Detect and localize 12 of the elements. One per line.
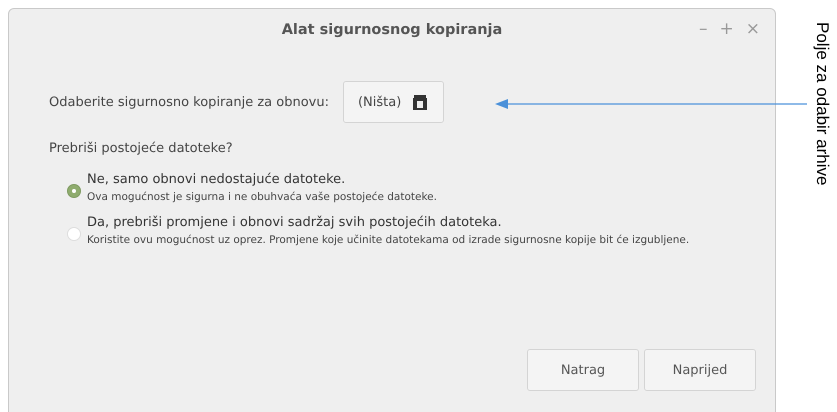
radio-button[interactable] <box>67 184 81 198</box>
annotation-label: Polje za odabir arhive <box>812 22 832 186</box>
nav-button[interactable]: Naprijed <box>644 349 756 391</box>
backup-picker-button[interactable]: (Ništa) <box>342 81 444 123</box>
picker-label: Odaberite sigurnosno kopiranje za obnovu: <box>49 94 329 110</box>
question-text: Prebriši postojeće datoteke? <box>49 141 234 156</box>
window-title: Alat sigurnosnog kopiranja <box>282 22 502 38</box>
option-label: Da, prebriši promjene i obnovi sadržaj svih postojećih datoteka. <box>87 214 503 230</box>
option-description: Koristite ovu mogućnost uz oprez. Promjene koje učinite datotekama od izrade sigurnosne kopije bit će izgubljene. <box>87 232 690 248</box>
option-description: Ova mogućnost je sigurna i ne obuhvaća vaše postojeće datoteke. <box>87 190 438 205</box>
option-label: Ne, samo obnovi nedostajuće datoteke. <box>87 172 346 187</box>
nav-button[interactable]: Natrag <box>527 349 639 391</box>
